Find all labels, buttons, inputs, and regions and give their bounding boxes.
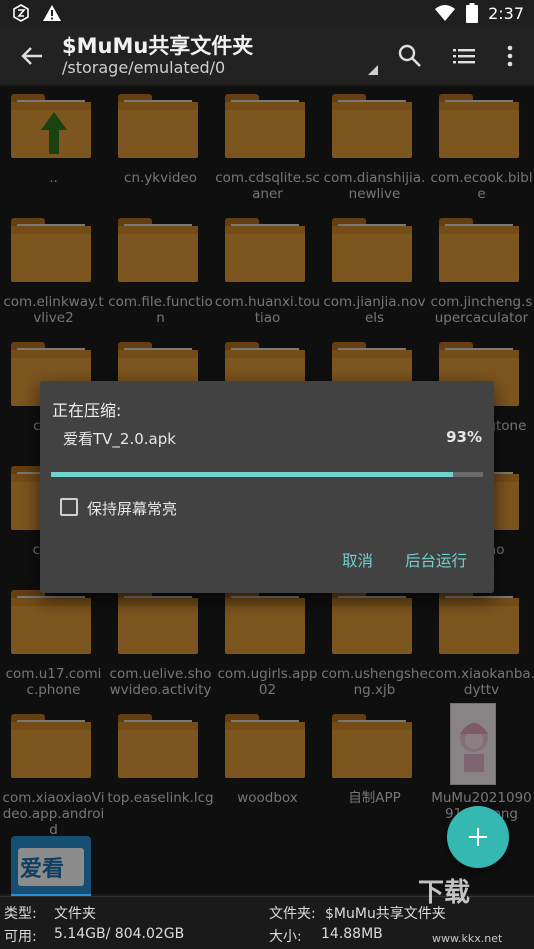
- progress-fill: [51, 472, 453, 477]
- size-value: 14.88MB: [321, 926, 383, 942]
- back-arrow-icon[interactable]: [18, 42, 46, 70]
- app-notification-icon: [13, 4, 29, 22]
- page-title: $MuMu共享文件夹: [62, 34, 254, 58]
- cancel-button[interactable]: 取消: [342, 549, 373, 571]
- progress-bar: [51, 472, 483, 477]
- dialog-title: 正在压缩:: [52, 401, 122, 420]
- type-value: 文件夹: [54, 906, 96, 922]
- status-bar: 2:37: [0, 0, 534, 28]
- watermark-logo: 下载: [418, 878, 471, 908]
- warning-icon: [43, 5, 61, 21]
- keep-screen-checkbox[interactable]: [60, 498, 78, 516]
- watermark-url: www.kkx.net: [432, 932, 503, 945]
- list-view-icon[interactable]: [450, 42, 478, 70]
- available-label: 可用:: [4, 929, 37, 945]
- more-options-icon[interactable]: [496, 42, 524, 70]
- keep-screen-label[interactable]: 保持屏幕常亮: [87, 498, 177, 519]
- compress-dialog: 正在压缩: 爱看TV_2.0.apk 93% 保持屏幕常亮 取消 后台运行: [40, 381, 494, 593]
- size-label: 大小:: [269, 929, 302, 945]
- battery-icon: [466, 3, 479, 23]
- current-path[interactable]: /storage/emulated/0: [62, 58, 225, 77]
- search-icon[interactable]: [396, 42, 424, 70]
- type-label: 类型:: [4, 906, 37, 922]
- compress-percent: 93%: [446, 428, 482, 446]
- status-time: 2:37: [488, 3, 524, 23]
- run-in-background-button[interactable]: 后台运行: [405, 549, 467, 571]
- available-value: 5.14GB/ 804.02GB: [54, 926, 185, 942]
- site-watermark: 下载 www.kkx.net: [418, 872, 534, 949]
- path-dropdown-caret-icon[interactable]: [368, 65, 378, 75]
- compress-file-name: 爱看TV_2.0.apk: [63, 430, 176, 448]
- wifi-icon: [435, 5, 456, 21]
- folder-label: 文件夹:: [269, 906, 316, 922]
- app-bar: $MuMu共享文件夹 /storage/emulated/0: [0, 28, 534, 84]
- add-fab-button[interactable]: [447, 806, 509, 868]
